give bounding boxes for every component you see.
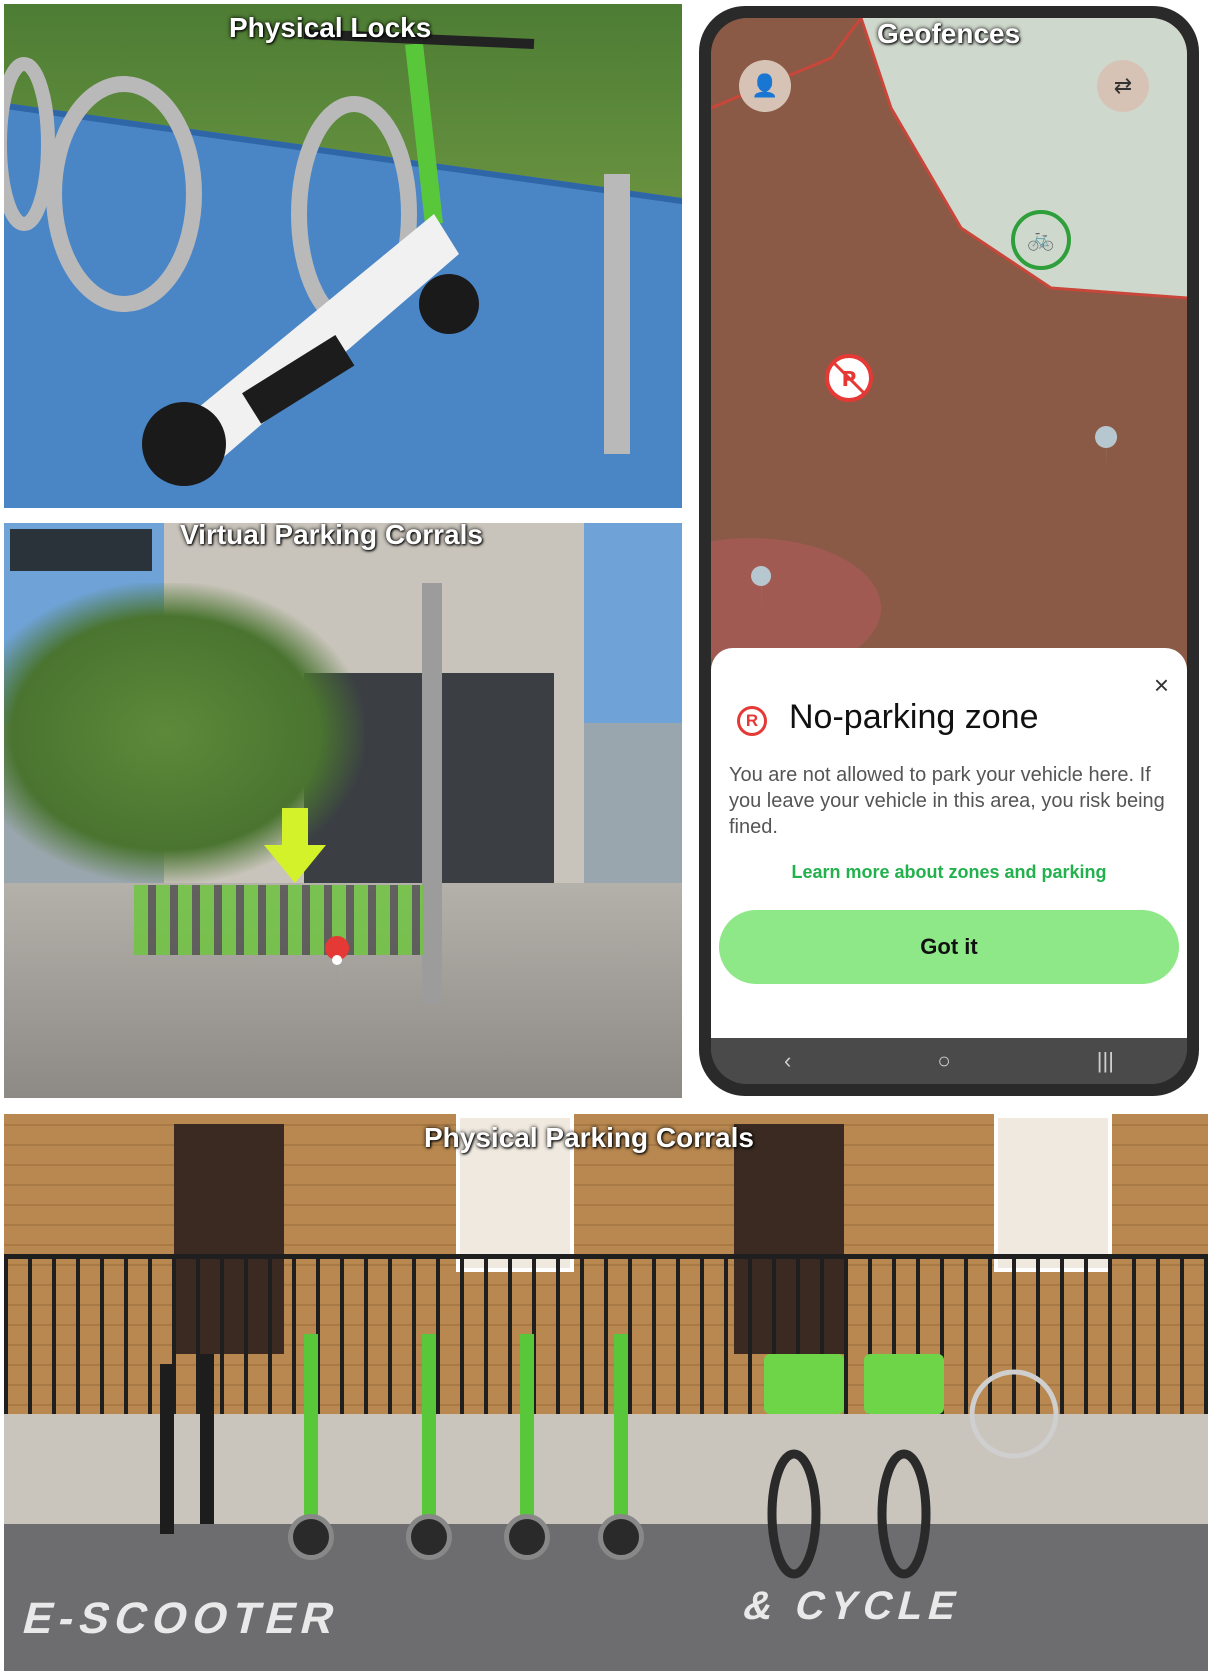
- location-pin-icon: [1095, 426, 1118, 473]
- road-marking-right: & CYCLE: [738, 1584, 968, 1628]
- no-parking-icon: R: [737, 706, 767, 736]
- no-parking-sheet: × R No-parking zone You are not allowed …: [711, 648, 1187, 1038]
- restricted-zone: [711, 538, 881, 658]
- panel-caption: Physical Locks: [229, 12, 432, 43]
- arrow-down-icon: [282, 808, 308, 848]
- bike-wheel: [767, 1449, 821, 1579]
- physical-locks-photo: Physical Locks: [4, 4, 682, 508]
- bike-wheel: [969, 1369, 1059, 1459]
- scooter-stem: [405, 43, 443, 225]
- bike-rack-illustration: [4, 29, 630, 486]
- close-icon[interactable]: ×: [1154, 670, 1169, 701]
- got-it-button[interactable]: Got it: [719, 910, 1179, 984]
- person-icon[interactable]: 👤: [739, 60, 791, 112]
- virtual-corrals-photo: Virtual Parking Corrals: [4, 523, 682, 1098]
- sheet-title: No-parking zone: [789, 698, 1039, 736]
- sheet-description: You are not allowed to park your vehicle…: [729, 764, 1165, 838]
- location-pin-dot: [332, 955, 342, 965]
- scooter-wheel: [142, 402, 226, 486]
- bike-wheels: [767, 1369, 1059, 1579]
- panel-caption: Virtual Parking Corrals: [180, 523, 483, 550]
- panel-caption: Geofences: [877, 18, 1021, 49]
- android-navbar: ‹ ○ |||: [711, 1038, 1187, 1084]
- bicycle-icon: 🚲: [1027, 227, 1054, 252]
- back-icon[interactable]: ‹: [784, 1048, 791, 1074]
- arrow-down-icon: [264, 845, 326, 883]
- physical-corrals-photo: E-SCOOTER & CYCLE Physical Parking Corra…: [4, 1114, 1208, 1671]
- phone-frame: 🚲 P 👤 ⇄ × R No-parking zone You are not …: [699, 6, 1199, 1096]
- allowed-zone: [861, 18, 1187, 298]
- map-view[interactable]: 🚲 P: [711, 18, 1187, 658]
- geofences-phone: 🚲 P 👤 ⇄ × R No-parking zone You are not …: [697, 4, 1204, 1098]
- bike-rack-post: [604, 174, 630, 454]
- home-icon[interactable]: ○: [937, 1048, 950, 1074]
- phone-screen: 🚲 P 👤 ⇄ × R No-parking zone You are not …: [711, 18, 1187, 1084]
- corral-markers: [264, 808, 350, 993]
- bike-rack-loop: [4, 57, 55, 231]
- scooter-wheel: [419, 274, 479, 334]
- panel-caption: Physical Parking Corrals: [424, 1122, 754, 1153]
- filter-icon[interactable]: ⇄: [1097, 60, 1149, 112]
- road-marking-left: E-SCOOTER: [18, 1594, 346, 1643]
- learn-more-link[interactable]: Learn more about zones and parking: [711, 862, 1187, 883]
- recents-icon[interactable]: |||: [1097, 1048, 1114, 1074]
- bike-rack-loop: [46, 76, 202, 312]
- bike-wheel: [877, 1449, 931, 1579]
